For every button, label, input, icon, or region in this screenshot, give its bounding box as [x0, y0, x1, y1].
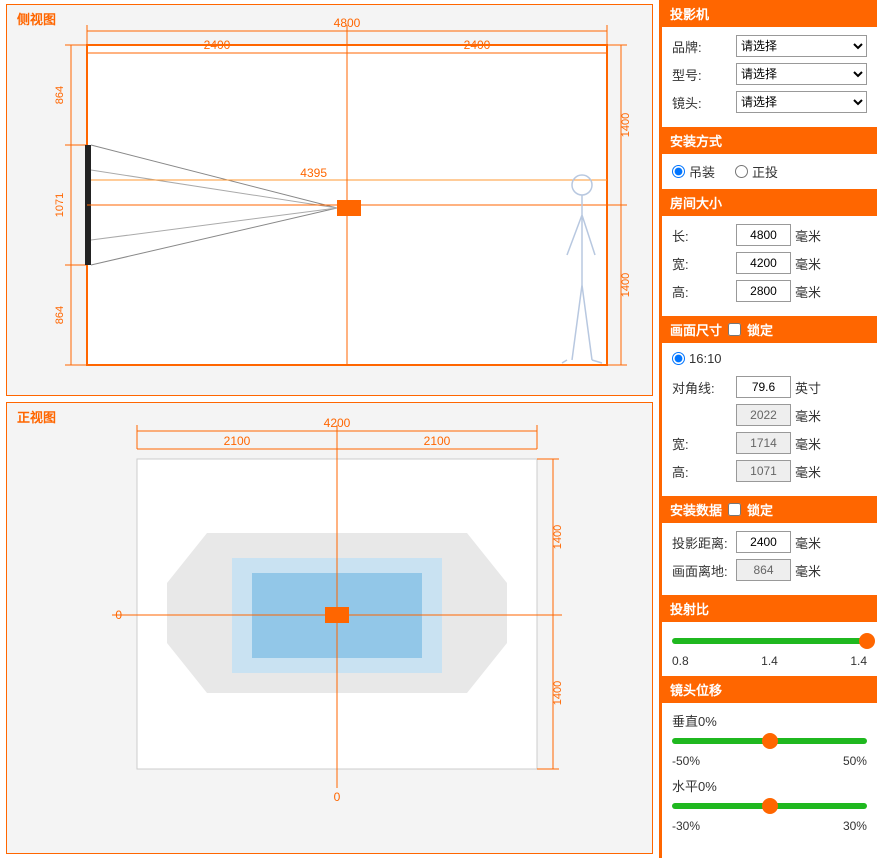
svg-text:1071: 1071	[54, 193, 66, 217]
throw-dist-label: 投影距离:	[672, 533, 732, 552]
section-install-header: 安装方式	[662, 127, 877, 154]
svg-text:1400: 1400	[552, 525, 564, 549]
install-ceiling-radio[interactable]: 吊装	[672, 162, 715, 181]
section-installdata-header: 安装数据 锁定	[662, 496, 877, 523]
svg-text:4395: 4395	[300, 166, 327, 180]
side-view-svg: 4800 2400 2400 864 1071 864 1400 140	[7, 5, 647, 395]
hshift-slider[interactable]	[672, 795, 867, 813]
hshift-label: 水平0%	[672, 776, 867, 795]
diag-inch-input[interactable]	[736, 376, 791, 398]
side-view-title: 侧视图	[17, 9, 56, 28]
side-view-panel: 侧视图 4800 2400 2400 864 1071	[6, 4, 653, 396]
svg-text:4200: 4200	[324, 416, 351, 430]
svg-text:2100: 2100	[424, 434, 451, 448]
section-projector-header: 投影机	[662, 0, 877, 27]
front-view-panel: 正视图 4200 2100 2100	[6, 402, 653, 854]
lens-label: 镜头:	[672, 93, 732, 112]
brand-select[interactable]: 请选择	[736, 35, 867, 57]
ratio-16-10-radio[interactable]: 16:10	[672, 351, 722, 366]
svg-text:1400: 1400	[552, 681, 564, 705]
room-width-label: 宽:	[672, 254, 732, 273]
throw-ratio-slider[interactable]	[672, 630, 867, 648]
image-width-label: 宽:	[672, 434, 732, 453]
lens-select[interactable]: 请选择	[736, 91, 867, 113]
brand-label: 品牌:	[672, 37, 732, 56]
settings-sidebar: 投影机 品牌: 请选择 型号: 请选择 镜头: 请选择 安装方式 吊装 正投 房…	[659, 0, 877, 858]
image-height-label: 高:	[672, 462, 732, 481]
svg-text:864: 864	[54, 306, 66, 324]
image-width-input	[736, 432, 791, 454]
section-throwratio-header: 投射比	[662, 595, 877, 622]
image-lock-checkbox[interactable]	[728, 323, 741, 336]
model-select[interactable]: 请选择	[736, 63, 867, 85]
room-length-label: 长:	[672, 226, 732, 245]
svg-text:0: 0	[115, 608, 122, 622]
section-lensshift-header: 镜头位移	[662, 676, 877, 703]
ground-dist-input	[736, 559, 791, 581]
installdata-lock-checkbox[interactable]	[728, 503, 741, 516]
model-label: 型号:	[672, 65, 732, 84]
svg-text:2400: 2400	[464, 38, 491, 52]
svg-text:2100: 2100	[224, 434, 251, 448]
room-width-input[interactable]	[736, 252, 791, 274]
section-image-header: 画面尺寸 锁定	[662, 316, 877, 343]
install-front-radio[interactable]: 正投	[735, 162, 778, 181]
svg-text:864: 864	[54, 86, 66, 104]
vshift-slider[interactable]	[672, 730, 867, 748]
room-length-input[interactable]	[736, 224, 791, 246]
svg-text:4800: 4800	[334, 16, 361, 30]
front-view-svg: 4200 2100 2100 0 0	[7, 403, 647, 843]
diag-mm-input	[736, 404, 791, 426]
svg-text:1400: 1400	[620, 273, 632, 297]
vshift-label: 垂直0%	[672, 711, 867, 730]
svg-text:0: 0	[334, 790, 341, 804]
room-height-input[interactable]	[736, 280, 791, 302]
svg-text:1400: 1400	[620, 113, 632, 137]
diag-label: 对角线:	[672, 378, 732, 397]
throw-dist-input[interactable]	[736, 531, 791, 553]
room-height-label: 高:	[672, 282, 732, 301]
section-room-header: 房间大小	[662, 189, 877, 216]
ground-dist-label: 画面离地:	[672, 561, 732, 580]
front-view-title: 正视图	[17, 407, 56, 426]
svg-text:2400: 2400	[204, 38, 231, 52]
image-height-input	[736, 460, 791, 482]
